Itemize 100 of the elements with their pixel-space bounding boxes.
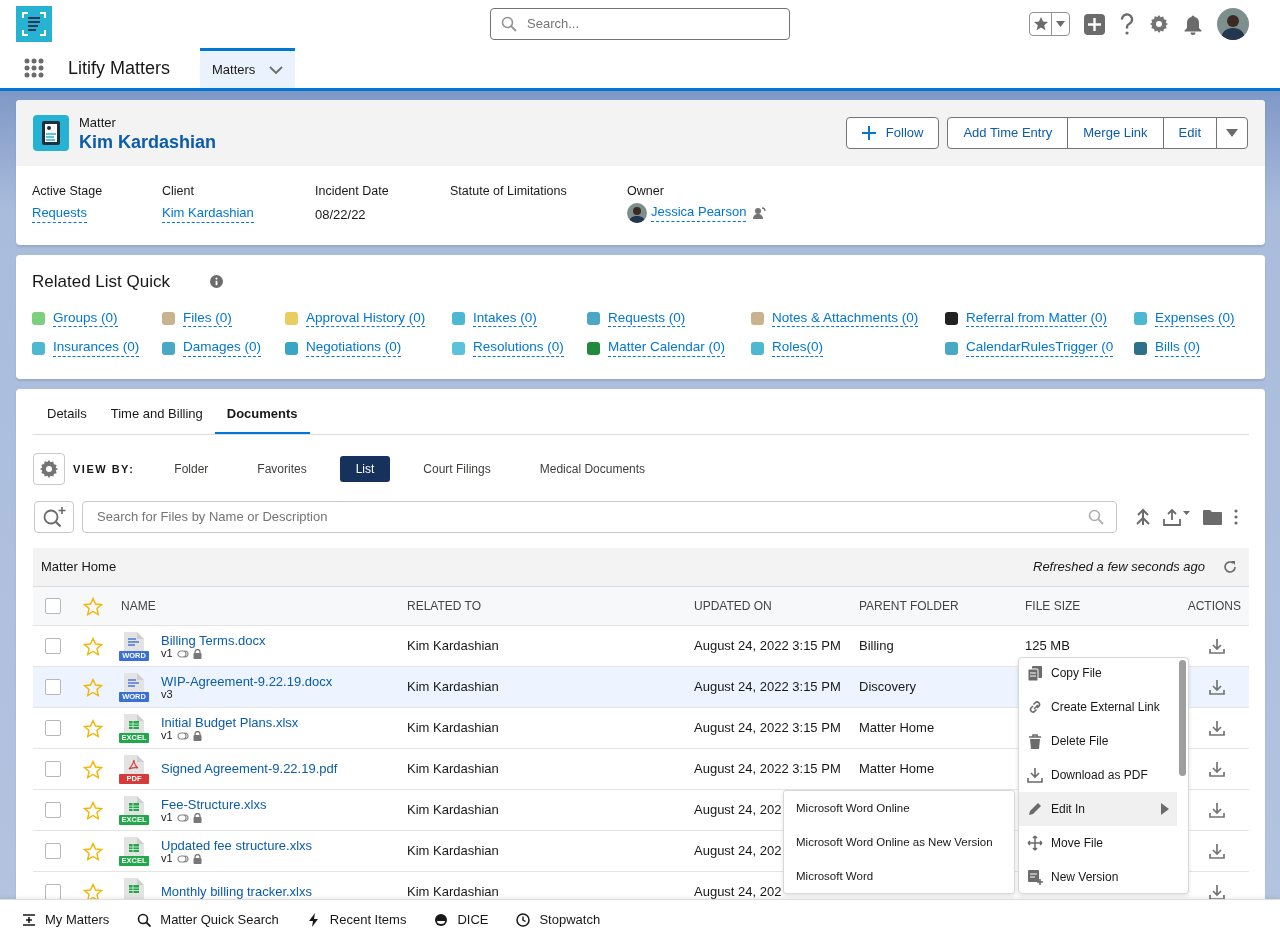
help-icon[interactable]	[1119, 13, 1135, 35]
settings-button[interactable]	[33, 453, 65, 485]
menu-item[interactable]: Edit In	[1019, 792, 1177, 826]
action-button[interactable]: Add Time Entry	[947, 117, 1069, 149]
download-icon[interactable]	[1208, 842, 1226, 860]
row-checkbox[interactable]	[45, 843, 61, 859]
utility-item[interactable]: DICE	[434, 910, 489, 930]
record-tab[interactable]: Details	[33, 403, 99, 434]
user-avatar[interactable]	[1217, 8, 1249, 40]
favorite-star-icon[interactable]	[83, 800, 103, 820]
nav-tab[interactable]: Matters	[200, 48, 296, 88]
related-list-link[interactable]: Expenses (0)	[1155, 309, 1235, 328]
file-search-field[interactable]: Search for Files by Name or Description	[95, 506, 1088, 528]
download-icon[interactable]	[1208, 801, 1226, 819]
related-list-link[interactable]: Requests (0)	[608, 309, 686, 328]
submenu-item[interactable]: Microsoft Word Online as New Version	[784, 826, 1014, 860]
field-link[interactable]: Kim Kardashian	[162, 204, 254, 223]
download-icon[interactable]	[1208, 637, 1226, 655]
file-search-field[interactable]: Search for Files by Name or Description	[82, 501, 1117, 533]
favorite-star-icon[interactable]	[83, 596, 103, 616]
related-list-link[interactable]: Files (0)	[183, 309, 232, 328]
record-tab[interactable]: Documents	[214, 403, 310, 434]
related-list-link[interactable]: Referral from Matter (0)	[966, 309, 1108, 328]
plus-icon	[861, 126, 876, 140]
row-checkbox[interactable]	[45, 761, 61, 777]
favorite-star-icon[interactable]	[83, 882, 103, 902]
row-checkbox[interactable]	[45, 679, 61, 695]
menu-item[interactable]: Delete File	[1019, 724, 1177, 758]
related-list-link[interactable]: Notes & Attachments (0)	[772, 309, 919, 328]
field-link[interactable]: Jessica Pearson	[651, 203, 747, 222]
utility-item[interactable]: My Matters	[22, 910, 110, 930]
row-checkbox[interactable]	[45, 638, 61, 654]
more-icon[interactable]	[1234, 509, 1238, 525]
favorites-button[interactable]	[1029, 12, 1070, 36]
related-list-link[interactable]: Negotiations (0)	[306, 339, 402, 358]
action-button[interactable]: Merge Link	[1067, 117, 1164, 149]
menu-item[interactable]: Move File	[1019, 826, 1177, 860]
related-list-link[interactable]: CalendarRulesTrigger (0	[966, 339, 1114, 358]
file-name-link[interactable]: Monthly billing tracker.xlxs	[161, 884, 407, 900]
favorite-star-icon[interactable]	[83, 718, 103, 738]
view-option[interactable]: Medical Documents	[523, 456, 662, 482]
row-checkbox[interactable]	[45, 802, 61, 818]
favorite-star-icon[interactable]	[83, 759, 103, 779]
file-name-link[interactable]: Updated fee structure.xlxs	[161, 837, 407, 854]
view-option[interactable]: Folder	[158, 456, 225, 482]
file-name-link[interactable]: Signed Agreement-9.22.19.pdf	[161, 761, 407, 777]
related-list-link[interactable]: Resolutions (0)	[473, 339, 564, 358]
change-owner-icon[interactable]	[752, 205, 767, 220]
download-icon[interactable]	[1208, 719, 1226, 737]
download-icon[interactable]	[1208, 883, 1226, 901]
upload-icon[interactable]	[1163, 508, 1191, 526]
scrollbar[interactable]	[1179, 660, 1186, 776]
utility-item[interactable]: Stopwatch	[516, 910, 601, 930]
utility-item[interactable]: Matter Quick Search	[137, 910, 279, 930]
file-name-link[interactable]: Initial Budget Plans.xlsx	[161, 714, 407, 731]
download-icon[interactable]	[1208, 678, 1226, 696]
download-icon[interactable]	[1208, 760, 1226, 778]
row-checkbox[interactable]	[45, 720, 61, 736]
folder-icon[interactable]	[1203, 509, 1222, 525]
record-tab[interactable]: Time and Billing	[98, 403, 215, 434]
menu-item[interactable]: New Version	[1019, 860, 1177, 893]
related-list-link[interactable]: Approval History (0)	[306, 309, 426, 328]
related-list-link[interactable]: Intakes (0)	[473, 309, 537, 328]
search-field[interactable]: Search...	[525, 13, 789, 35]
related-list-link[interactable]: Matter Calendar (0)	[608, 339, 726, 358]
chevron-down-icon	[269, 65, 284, 74]
field-link[interactable]: Requests	[32, 204, 87, 223]
settings-icon[interactable]	[1149, 14, 1169, 34]
refresh-icon[interactable]	[1223, 560, 1237, 574]
notification-icon[interactable]	[1183, 13, 1203, 35]
related-list-link[interactable]: Groups (0)	[53, 309, 118, 328]
app-launcher-icon[interactable]	[24, 58, 44, 78]
add-icon[interactable]	[1084, 13, 1105, 35]
action-button[interactable]: Edit	[1162, 117, 1217, 149]
advanced-search-button[interactable]	[34, 501, 74, 533]
utility-item[interactable]: Recent Items	[306, 910, 407, 930]
merge-icon[interactable]	[1135, 508, 1151, 526]
more-actions-button[interactable]	[1216, 117, 1248, 149]
file-name-link[interactable]: WIP-Agreement-9.22.19.docx	[161, 673, 407, 690]
version-label: v1	[161, 648, 173, 660]
favorite-star-icon[interactable]	[83, 841, 103, 861]
related-list-link[interactable]: Roles(0)	[772, 339, 823, 358]
view-option[interactable]: Court Filings	[407, 456, 507, 482]
view-option[interactable]: List	[339, 456, 391, 482]
nav-tab-label[interactable]: Matters	[212, 59, 256, 80]
file-name-link[interactable]: Billing Terms.docx	[161, 632, 407, 649]
related-list-link[interactable]: Insurances (0)	[53, 339, 140, 358]
favorite-star-icon[interactable]	[83, 677, 103, 697]
related-list-link[interactable]: Damages (0)	[183, 339, 262, 358]
favorite-star-icon[interactable]	[83, 636, 103, 656]
follow-button[interactable]: Follow	[845, 117, 940, 149]
menu-item[interactable]: Download as PDF	[1019, 758, 1177, 792]
search-field[interactable]: Search...	[490, 8, 790, 40]
submenu-item[interactable]: Microsoft Word Online	[784, 792, 1014, 826]
related-list-link[interactable]: Bills (0)	[1155, 339, 1200, 358]
submenu-item[interactable]: Microsoft Word	[784, 860, 1014, 894]
row-checkbox[interactable]	[45, 884, 61, 900]
select-all-checkbox[interactable]	[45, 598, 61, 614]
file-name-link[interactable]: Fee-Structure.xlxs	[161, 796, 407, 813]
view-option[interactable]: Favorites	[241, 456, 323, 482]
